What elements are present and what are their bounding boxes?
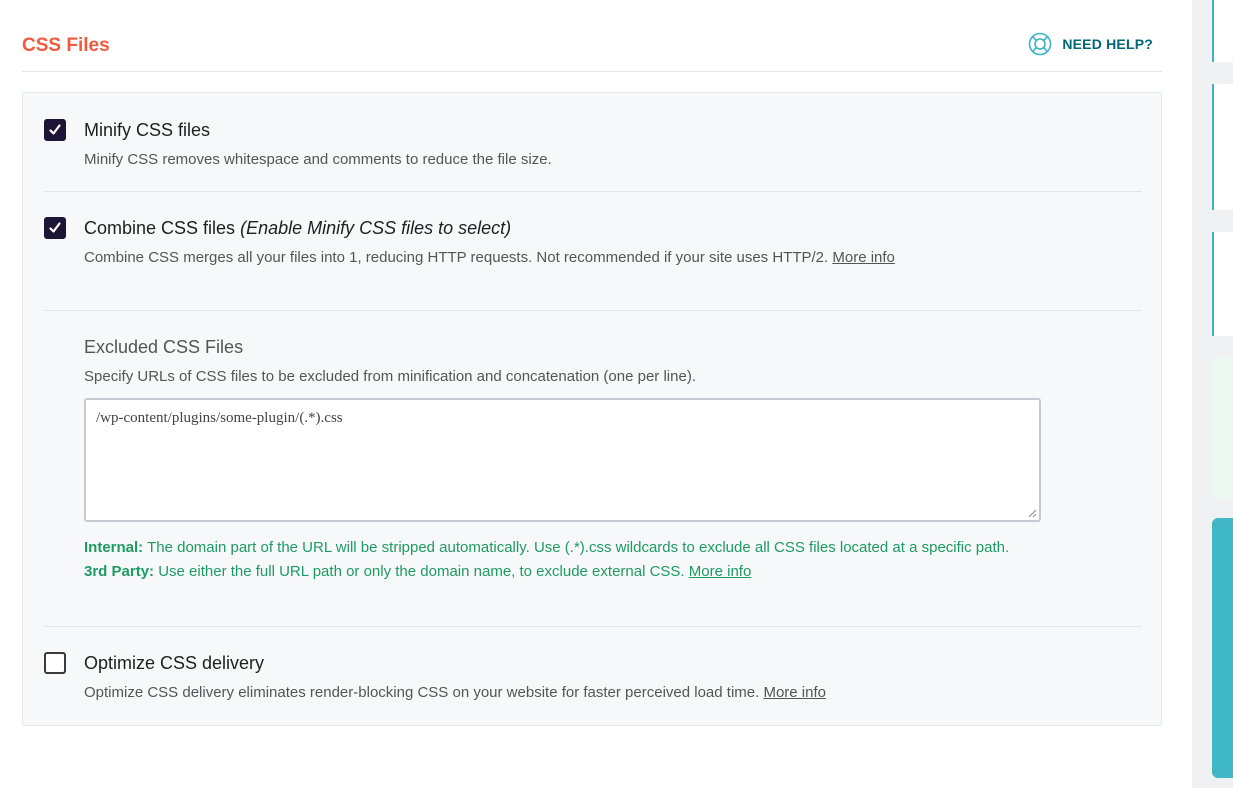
checkmark-icon: [49, 222, 61, 233]
internal-note-label: Internal:: [84, 539, 144, 556]
sidebar-notice: [1212, 358, 1233, 498]
third-party-note: 3rd Party: Use either the full URL path …: [84, 560, 1044, 584]
right-sidebar: [1192, 0, 1233, 788]
divider: [44, 626, 1142, 627]
lifebuoy-icon: [1029, 32, 1052, 56]
checkmark-icon: [49, 124, 61, 135]
combine-css-title-text: Combine CSS files: [84, 218, 236, 238]
resize-handle-icon[interactable]: [1027, 508, 1037, 518]
optimize-css-description-text: Optimize CSS delivery eliminates render-…: [84, 684, 760, 701]
excluded-css-description: Specify URLs of CSS files to be excluded…: [84, 368, 696, 385]
minify-css-title: Minify CSS files: [84, 120, 211, 140]
optimize-css-more-info-link[interactable]: More info: [763, 684, 826, 701]
excluded-css-value: /wp-content/plugins/some-plugin/(.*).css: [96, 410, 343, 426]
need-help-label: NEED HELP?: [1062, 36, 1153, 52]
optimize-css-checkbox[interactable]: [44, 652, 66, 674]
sidebar-card: [1212, 232, 1233, 336]
page-title: CSS Files: [22, 35, 110, 56]
optimize-css-description: Optimize CSS delivery eliminates render-…: [84, 684, 826, 701]
css-options-panel: Minify CSS files Minify CSS removes whit…: [22, 92, 1162, 726]
combine-css-more-info-link[interactable]: More info: [832, 249, 895, 266]
sidebar-card: [1212, 0, 1233, 62]
divider: [44, 310, 1142, 311]
main-content: CSS Files NEED HELP? Minify CSS files Mi…: [0, 0, 1192, 788]
combine-css-description-text: Combine CSS merges all your files into 1…: [84, 249, 829, 266]
minify-css-checkbox[interactable]: [44, 119, 66, 141]
third-party-more-info-link[interactable]: More info: [689, 563, 752, 580]
sidebar-card: [1212, 84, 1233, 210]
optimize-css-title: Optimize CSS delivery: [84, 653, 265, 673]
combine-css-title: Combine CSS files (Enable Minify CSS fil…: [84, 218, 511, 239]
excluded-css-title: Excluded CSS Files: [84, 337, 244, 357]
third-party-note-label: 3rd Party:: [84, 563, 155, 580]
combine-css-title-note: (Enable Minify CSS files to select): [240, 218, 512, 238]
combine-css-description: Combine CSS merges all your files into 1…: [84, 249, 895, 266]
minify-css-description: Minify CSS removes whitespace and commen…: [84, 151, 552, 168]
need-help-button[interactable]: NEED HELP?: [1028, 32, 1153, 56]
section-header: CSS Files NEED HELP?: [22, 22, 1162, 72]
third-party-note-text: Use either the full URL path or only the…: [158, 563, 685, 580]
internal-note: Internal: The domain part of the URL wil…: [84, 536, 1044, 560]
combine-css-checkbox[interactable]: [44, 217, 66, 239]
excluded-css-textarea[interactable]: /wp-content/plugins/some-plugin/(.*).css: [84, 398, 1041, 522]
excluded-css-section: Excluded CSS Files Specify URLs of CSS f…: [84, 337, 1044, 580]
internal-note-text: The domain part of the URL will be strip…: [147, 539, 1010, 556]
sidebar-promo[interactable]: [1212, 518, 1233, 778]
divider: [44, 191, 1142, 192]
excluded-css-notes: Internal: The domain part of the URL wil…: [84, 536, 1044, 584]
